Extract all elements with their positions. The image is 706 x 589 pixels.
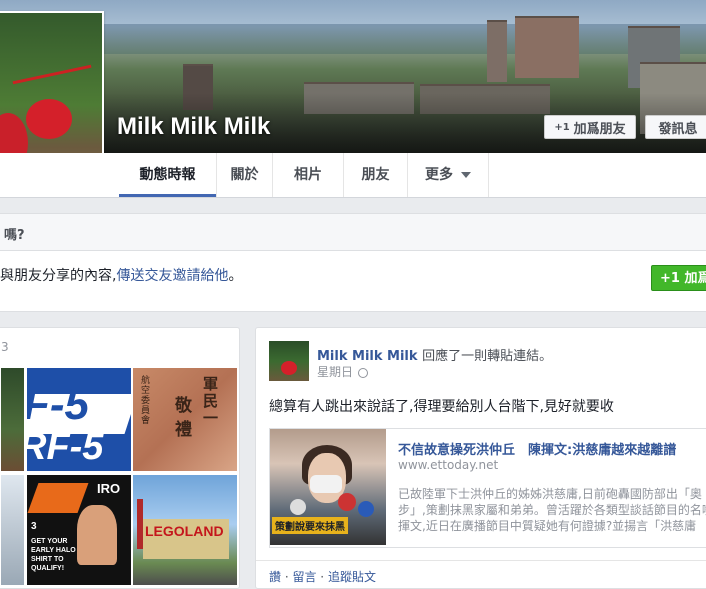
globe-icon xyxy=(358,367,369,378)
friend-prompt-header: 嗎? xyxy=(0,213,706,251)
tab-photos[interactable]: 相片 xyxy=(273,153,344,197)
send-friend-request-link[interactable]: 傳送交友邀請給他 xyxy=(116,268,228,284)
tab-more-label: 更多 xyxy=(425,167,453,183)
photo-text: 3 xyxy=(31,521,37,532)
add-friend-icon: +1 xyxy=(554,121,570,133)
photo-thumbnail[interactable]: 軍民一 敬禮 航空委員會 xyxy=(133,368,237,471)
post-timestamp: 星期日 xyxy=(317,365,354,379)
post-header: Milk Milk Milk 回應了一則轉貼連結。 xyxy=(317,345,552,364)
photos-card: 3 F-5 RF-5 軍民一 敬禮 航空委員會 IRO GET YOUR EAR… xyxy=(0,327,240,589)
tab-about[interactable]: 關於 xyxy=(217,153,273,197)
microphone xyxy=(290,499,306,515)
post-author-name[interactable]: Milk Milk Milk xyxy=(317,349,418,364)
photo-mask xyxy=(310,475,342,493)
photo-thumbnail[interactable]: IRO GET YOUR EARLY HALO SHIRT TO QUALIFY… xyxy=(27,475,131,585)
tab-timeline[interactable]: 動態時報 xyxy=(119,153,217,197)
link-domain: www.ettoday.net xyxy=(398,458,499,472)
link-description: 已故陸軍下士洪仲丘的姊姊洪慈庸,日前砲轟國防部出「奧步」,策劃抹黑家屬和弟弟。曾… xyxy=(398,487,706,533)
angry-bird-image xyxy=(26,99,72,139)
shared-link-preview[interactable]: 策劃說要來抹黑 不信故意操死洪仲丘 陳揮文:洪慈庸越來越離譜 www.ettod… xyxy=(269,428,706,548)
add-friend-green-label: 加爲 xyxy=(684,271,706,286)
cover-building xyxy=(487,20,507,82)
post-body-text: 總算有人跳出來說話了,得理要給別人台階下,見好就要收 xyxy=(269,399,614,415)
toy-helicopter-blade xyxy=(12,64,92,85)
photo-text: 敬禮 xyxy=(175,396,192,440)
chevron-down-icon xyxy=(461,172,471,178)
link-title[interactable]: 不信故意操死洪仲丘 陳揮文:洪慈庸越來越離譜 xyxy=(398,439,676,458)
friend-prompt-text-fragment: 與朋友分享的內容, xyxy=(0,268,117,284)
photo-text: 軍民一 xyxy=(203,375,219,427)
friend-prompt-text: 與朋友分享的內容,傳送交友邀請給他。 xyxy=(0,265,242,285)
photo-thumbnail[interactable]: F-5 RF-5 xyxy=(27,368,131,471)
post-action-text: 回應了一則轉貼連結。 xyxy=(422,349,553,364)
add-friend-icon: +1 xyxy=(660,271,680,286)
angry-bird-image xyxy=(281,361,297,375)
friend-prompt-question: 嗎? xyxy=(4,228,25,243)
nav-left-strip xyxy=(0,153,101,198)
microphone xyxy=(338,493,356,511)
cover-mountains xyxy=(0,24,706,54)
post-actions: 讚 · 留言 · 追蹤貼文 xyxy=(269,568,376,585)
photo-thumbnail[interactable] xyxy=(1,475,24,585)
post-author-avatar[interactable] xyxy=(269,341,309,381)
message-button[interactable]: 發訊息 xyxy=(645,115,706,139)
message-label: 發訊息 xyxy=(658,121,698,137)
add-friend-green-button[interactable]: +1 加爲 xyxy=(651,265,706,291)
photo-text: 航空委員會 xyxy=(141,376,151,426)
microphone xyxy=(358,501,374,517)
add-friend-button[interactable]: +1 加爲朋友 xyxy=(544,115,636,139)
post-time[interactable]: 星期日 xyxy=(317,363,369,380)
photos-count-fragment: 3 xyxy=(1,340,9,354)
cover-building xyxy=(515,16,579,78)
photo-text: IRO xyxy=(97,481,121,496)
friend-prompt-text-suffix: 。 xyxy=(228,268,243,284)
friend-prompt-body: 與朋友分享的內容,傳送交友邀請給他。 xyxy=(0,251,706,312)
photo-text: F-5 xyxy=(27,380,89,429)
profile-name[interactable]: Milk Milk Milk xyxy=(117,113,270,141)
timeline-post: Milk Milk Milk 回應了一則轉貼連結。 星期日 總算有人跳出來說話了… xyxy=(255,327,706,589)
photo-text: RF-5 xyxy=(27,426,104,468)
link-thumb-caption: 策劃說要來抹黑 xyxy=(272,517,348,534)
photo-thumbnail[interactable] xyxy=(1,368,24,471)
photo-text: LEGOLAND xyxy=(145,523,224,539)
photo-thumbnail[interactable]: LEGOLAND xyxy=(133,475,237,585)
photo-text: GET YOUR EARLY HALO SHIRT TO QUALIFY! xyxy=(31,538,76,572)
tab-friends[interactable]: 朋友 xyxy=(344,153,408,197)
link-thumbnail[interactable]: 策劃說要來抹黑 xyxy=(270,429,386,545)
tab-more[interactable]: 更多 xyxy=(408,153,489,197)
add-friend-label: 加爲朋友 xyxy=(573,121,626,137)
post-divider xyxy=(256,560,706,561)
profile-nav: 動態時報 關於 相片 朋友 更多 xyxy=(101,153,706,198)
